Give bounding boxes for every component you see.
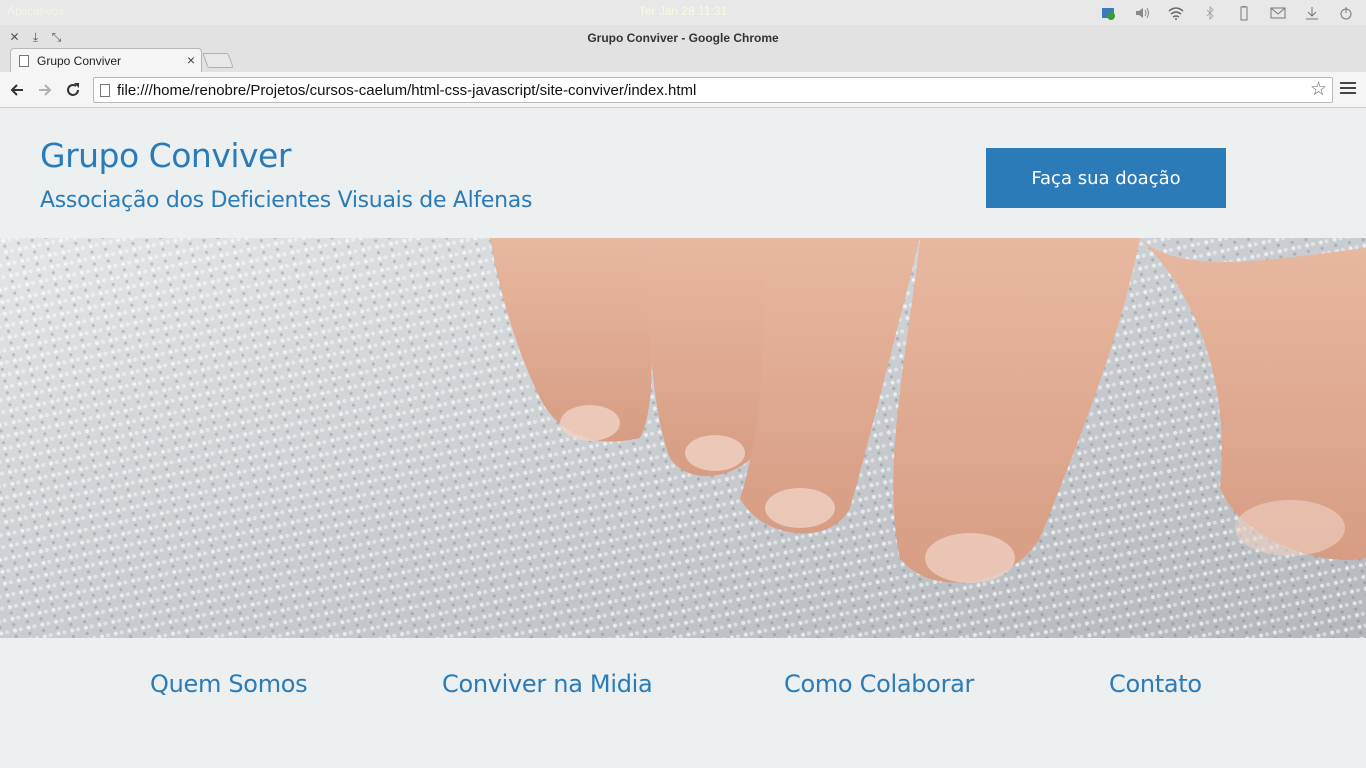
volume-icon[interactable] bbox=[1130, 2, 1154, 23]
browser-toolbar: file:///home/renobre/Projetos/cursos-cae… bbox=[0, 72, 1366, 108]
mail-icon[interactable] bbox=[1266, 2, 1290, 23]
power-icon[interactable] bbox=[1334, 2, 1358, 23]
network-status-icon[interactable] bbox=[1096, 2, 1120, 23]
tab-grupo-conviver[interactable]: Grupo Conviver × bbox=[10, 48, 202, 72]
page-icon bbox=[100, 84, 110, 97]
system-tray bbox=[1096, 2, 1358, 23]
braille-hands-illustration bbox=[0, 238, 1366, 638]
bookmark-star-icon[interactable]: ☆ bbox=[1310, 80, 1327, 100]
back-arrow-icon[interactable] bbox=[7, 80, 27, 100]
main-navigation: Quem Somos Conviver na Midia Como Colabo… bbox=[0, 638, 1366, 768]
tab-label: Grupo Conviver bbox=[37, 54, 122, 68]
wifi-icon[interactable] bbox=[1164, 2, 1188, 23]
address-bar[interactable]: file:///home/renobre/Projetos/cursos-cae… bbox=[93, 77, 1333, 103]
battery-icon[interactable] bbox=[1232, 2, 1256, 23]
new-tab-button[interactable] bbox=[202, 53, 234, 68]
system-top-panel: Aplicativos Ter Jan 28 11:31 bbox=[0, 0, 1366, 25]
bluetooth-icon[interactable] bbox=[1198, 2, 1222, 23]
hero-braille-image bbox=[0, 238, 1366, 638]
nav-link-conviver-na-midia[interactable]: Conviver na Midia bbox=[442, 670, 653, 698]
tab-close-icon[interactable]: × bbox=[187, 53, 195, 67]
nav-link-quem-somos[interactable]: Quem Somos bbox=[150, 670, 308, 698]
nav-link-como-colaborar[interactable]: Como Colaborar bbox=[784, 670, 974, 698]
url-text[interactable]: file:///home/renobre/Projetos/cursos-cae… bbox=[117, 82, 696, 99]
site-subtitle: Associação dos Deficientes Visuais de Al… bbox=[40, 188, 533, 213]
nav-link-contato[interactable]: Contato bbox=[1109, 670, 1202, 698]
page-favicon-icon bbox=[19, 55, 29, 67]
donate-button[interactable]: Faça sua doação bbox=[986, 148, 1226, 208]
site-title: Grupo Conviver bbox=[40, 136, 291, 175]
reload-icon[interactable] bbox=[63, 80, 83, 100]
forward-arrow-icon[interactable] bbox=[35, 80, 55, 100]
tab-strip: Grupo Conviver × bbox=[0, 46, 1366, 72]
chrome-menu-icon[interactable] bbox=[1340, 82, 1356, 98]
window-title: Grupo Conviver - Google Chrome bbox=[587, 31, 779, 45]
page-content: Grupo Conviver Associação dos Deficiente… bbox=[0, 108, 1366, 768]
download-icon[interactable] bbox=[1300, 2, 1324, 23]
